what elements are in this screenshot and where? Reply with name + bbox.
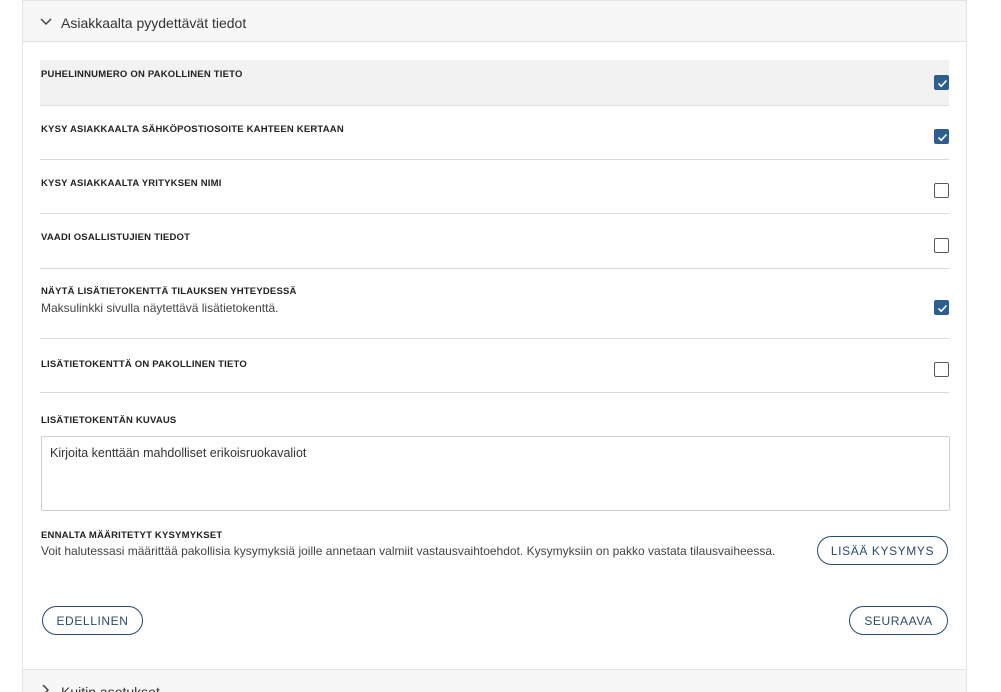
- email-twice-checkbox[interactable]: [934, 129, 949, 144]
- section-title: Kuitin asetukset: [61, 684, 160, 692]
- participants-checkbox[interactable]: [934, 238, 949, 253]
- extra-field-label: LISÄTIETOKENTÄN KUVAUS: [41, 415, 177, 426]
- phone-required-checkbox[interactable]: [934, 75, 949, 90]
- setting-row-extra-required: LISÄTIETOKENTTÄ ON PAKOLLINEN TIETO: [40, 339, 949, 393]
- settings-panel: Asiakkaalta pyydettävät tiedot PUHELINNU…: [22, 0, 967, 692]
- extra-field-description-input[interactable]: Kirjoita kenttään mahdolliset erikoisruo…: [41, 436, 950, 511]
- setting-label: LISÄTIETOKENTTÄ ON PAKOLLINEN TIETO: [41, 359, 247, 370]
- previous-button[interactable]: EDELLINEN: [42, 606, 143, 635]
- setting-row-extra-field: NÄYTÄ LISÄTIETOKENTTÄ TILAUKSEN YHTEYDES…: [40, 269, 949, 339]
- section-header-receipt-settings[interactable]: Kuitin asetukset: [23, 669, 966, 692]
- chevron-down-icon: [40, 18, 52, 26]
- setting-description: Maksulinkki sivulla näytettävä lisätieto…: [41, 301, 279, 315]
- setting-label: KYSY ASIAKKAALTA YRITYKSEN NIMI: [41, 178, 222, 189]
- setting-row-participants: VAADI OSALLISTUJIEN TIEDOT: [40, 214, 949, 269]
- section-title: Asiakkaalta pyydettävät tiedot: [61, 15, 247, 31]
- chevron-right-icon: [42, 684, 50, 692]
- company-name-checkbox[interactable]: [934, 183, 949, 198]
- setting-label: NÄYTÄ LISÄTIETOKENTTÄ TILAUKSEN YHTEYDES…: [41, 286, 297, 297]
- extra-required-checkbox[interactable]: [934, 362, 949, 377]
- checkmark-icon: [937, 79, 948, 88]
- add-question-button[interactable]: LISÄÄ KYSYMYS: [817, 536, 948, 565]
- setting-row-company-name: KYSY ASIAKKAALTA YRITYKSEN NIMI: [40, 160, 949, 214]
- checkmark-icon: [937, 304, 948, 313]
- extra-field-checkbox[interactable]: [934, 300, 949, 315]
- setting-label: PUHELINNUMERO ON PAKOLLINEN TIETO: [41, 69, 243, 80]
- section-header-customer-info[interactable]: Asiakkaalta pyydettävät tiedot: [23, 0, 966, 42]
- next-button[interactable]: SEURAAVA: [849, 606, 948, 635]
- predefined-questions-label: ENNALTA MÄÄRITETYT KYSYMYKSET: [41, 530, 223, 541]
- setting-row-email-twice: KYSY ASIAKKAALTA SÄHKÖPOSTIOSOITE KAHTEE…: [40, 106, 949, 160]
- setting-label: KYSY ASIAKKAALTA SÄHKÖPOSTIOSOITE KAHTEE…: [41, 124, 344, 135]
- setting-label: VAADI OSALLISTUJIEN TIEDOT: [41, 232, 191, 243]
- predefined-questions-description: Voit halutessasi määrittää pakollisia ky…: [41, 544, 776, 558]
- checkmark-icon: [937, 133, 948, 142]
- setting-row-phone-required: PUHELINNUMERO ON PAKOLLINEN TIETO: [40, 60, 949, 106]
